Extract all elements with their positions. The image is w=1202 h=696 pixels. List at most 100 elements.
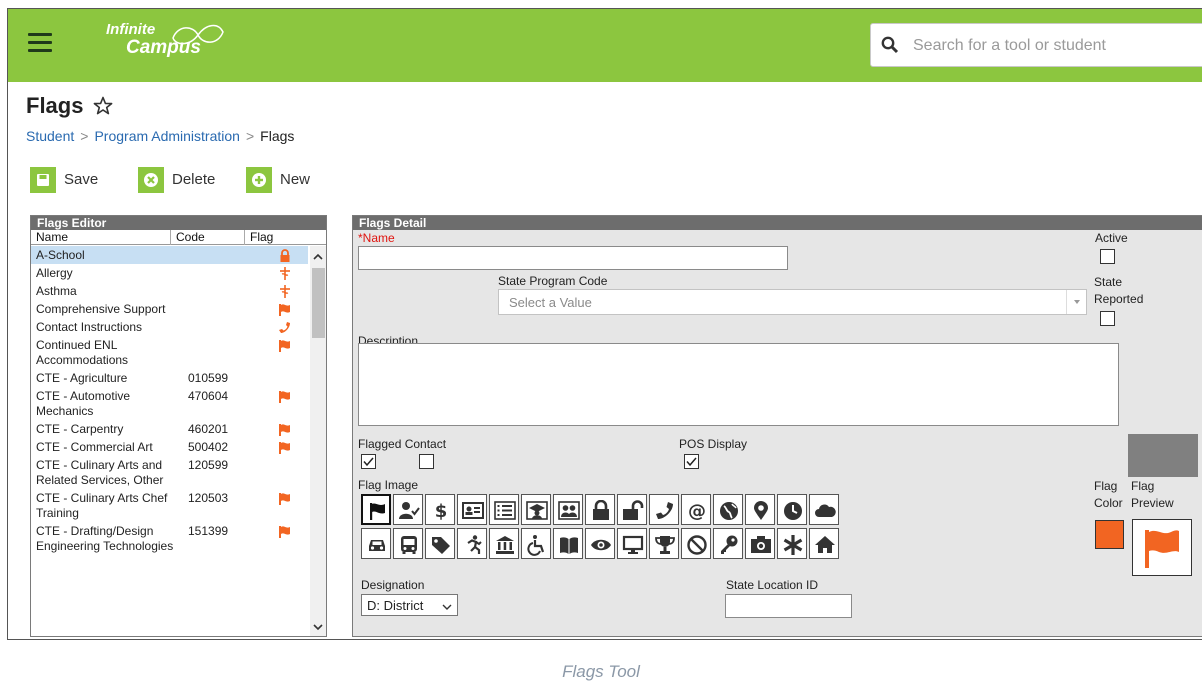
table-row[interactable]: A-School	[31, 246, 308, 264]
save-icon	[30, 167, 56, 193]
designation-select[interactable]: D: District	[361, 594, 458, 616]
checklist-icon[interactable]	[489, 494, 519, 525]
asterisk-icon[interactable]	[777, 528, 807, 559]
flag-color-label: Flag Color	[1094, 479, 1123, 510]
row-code: 460201	[188, 422, 229, 436]
table-row[interactable]: CTE - Drafting/Design Engineering Techno…	[31, 522, 308, 555]
delete-icon	[138, 167, 164, 193]
top-bar: Infinite Campus	[8, 9, 1202, 82]
breadcrumb-program-administration[interactable]: Program Administration	[94, 128, 240, 144]
table-row[interactable]: Continued ENL Accommodations	[31, 336, 308, 369]
row-name: Asthma	[36, 284, 77, 298]
pos-display-checkbox[interactable]	[684, 454, 699, 469]
column-flag[interactable]: Flag	[245, 230, 305, 245]
book-icon[interactable]	[553, 528, 583, 559]
menu-icon[interactable]	[28, 33, 52, 53]
logo-infinity-icon	[172, 24, 224, 45]
unlock-icon[interactable]	[617, 494, 647, 525]
table-row[interactable]: CTE - Automotive Mechanics 470604	[31, 387, 308, 420]
row-code: 120599	[188, 458, 229, 472]
user-check-icon[interactable]	[393, 494, 423, 525]
scroll-up-icon[interactable]	[313, 252, 323, 262]
car-icon[interactable]	[361, 528, 391, 559]
table-row[interactable]: CTE - Culinary Arts and Related Services…	[31, 456, 308, 489]
checkmark-icon	[363, 457, 374, 467]
table-row[interactable]: Comprehensive Support	[31, 300, 308, 318]
bus-icon[interactable]	[393, 528, 423, 559]
breadcrumb-student[interactable]: Student	[26, 128, 74, 144]
column-code[interactable]: Code	[171, 230, 245, 245]
lock-icon[interactable]	[585, 494, 615, 525]
table-row[interactable]: CTE - Carpentry 460201	[31, 420, 308, 438]
flag-icon	[277, 524, 293, 539]
table-row[interactable]: CTE - Culinary Arts Chef Training 120503	[31, 489, 308, 522]
add-icon	[246, 167, 272, 193]
state-program-code-select[interactable]: Select a Value	[498, 289, 1087, 315]
logo[interactable]: Infinite Campus	[106, 22, 224, 58]
column-name[interactable]: Name	[31, 230, 171, 245]
cloud-icon[interactable]	[809, 494, 839, 525]
flags-detail-panel: Flags Detail *Name Active State Program …	[352, 215, 1202, 637]
tag-icon[interactable]	[425, 528, 455, 559]
row-code: 120503	[188, 491, 229, 505]
clock-icon[interactable]	[777, 494, 807, 525]
id-card-icon[interactable]	[457, 494, 487, 525]
globe-icon[interactable]	[713, 494, 743, 525]
svg-text:@: @	[688, 501, 706, 522]
flag-preview	[1132, 519, 1192, 576]
row-code: 010599	[188, 371, 229, 385]
camera-icon[interactable]	[745, 528, 775, 559]
monitor-icon[interactable]	[617, 528, 647, 559]
scroll-down-icon[interactable]	[313, 622, 323, 632]
flag-icon[interactable]	[361, 494, 391, 525]
runner-icon[interactable]	[457, 528, 487, 559]
flagged-contact-checkbox-2[interactable]	[419, 454, 434, 469]
search-input[interactable]	[911, 33, 1201, 59]
state-reported-checkbox[interactable]	[1100, 311, 1115, 326]
row-name: CTE - Culinary Arts Chef Training	[36, 491, 168, 520]
table-row[interactable]: Contact Instructions	[31, 318, 308, 336]
name-input[interactable]	[358, 246, 788, 270]
graduate-icon[interactable]	[521, 494, 551, 525]
table-row[interactable]: Allergy	[31, 264, 308, 282]
at-icon[interactable]: @	[681, 494, 711, 525]
table-row[interactable]: CTE - Agriculture 010599	[31, 369, 308, 387]
map-pin-icon[interactable]	[745, 494, 775, 525]
medical-icon	[277, 266, 293, 281]
phone-icon[interactable]	[649, 494, 679, 525]
pos-display-label: POS Display	[679, 437, 748, 451]
save-button[interactable]: Save	[30, 167, 120, 193]
table-row[interactable]: CTE - Commercial Art 500402	[31, 438, 308, 456]
dollar-icon[interactable]: $	[425, 494, 455, 525]
state-location-id-input[interactable]	[725, 594, 852, 618]
flag-color-swatch[interactable]	[1095, 520, 1124, 549]
flagged-contact-checkbox-checked[interactable]	[361, 454, 376, 469]
chevron-down-icon	[442, 604, 452, 610]
row-name: CTE - Drafting/Design Engineering Techno…	[36, 524, 174, 553]
building-icon[interactable]	[489, 528, 519, 559]
key-icon[interactable]	[713, 528, 743, 559]
home-icon[interactable]	[809, 528, 839, 559]
editor-scrollbar[interactable]	[310, 246, 326, 636]
star-icon[interactable]	[93, 96, 113, 116]
ban-icon[interactable]	[681, 528, 711, 559]
search-box[interactable]	[870, 23, 1202, 67]
scrollbar-thumb[interactable]	[312, 268, 325, 338]
name-label: *Name	[358, 231, 395, 245]
app-frame: Infinite Campus Flags Student > Program Ad…	[7, 8, 1202, 640]
group-icon[interactable]	[553, 494, 583, 525]
delete-button[interactable]: Delete	[138, 167, 238, 193]
state-reported-label: State Reported	[1094, 275, 1144, 306]
wheelchair-icon[interactable]	[521, 528, 551, 559]
table-row[interactable]: Asthma	[31, 282, 308, 300]
flags-editor-panel: Flags Editor Name Code Flag A-School Alle…	[30, 215, 327, 637]
new-button[interactable]: New	[246, 167, 336, 193]
description-textarea[interactable]	[358, 343, 1119, 426]
trophy-icon[interactable]	[649, 528, 679, 559]
flag-image-label: Flag Image	[358, 478, 419, 492]
preview-header-bar	[1128, 434, 1198, 477]
save-label: Save	[64, 171, 99, 188]
active-checkbox[interactable]	[1100, 249, 1115, 264]
checkmark-icon	[686, 457, 697, 467]
eye-icon[interactable]	[585, 528, 615, 559]
